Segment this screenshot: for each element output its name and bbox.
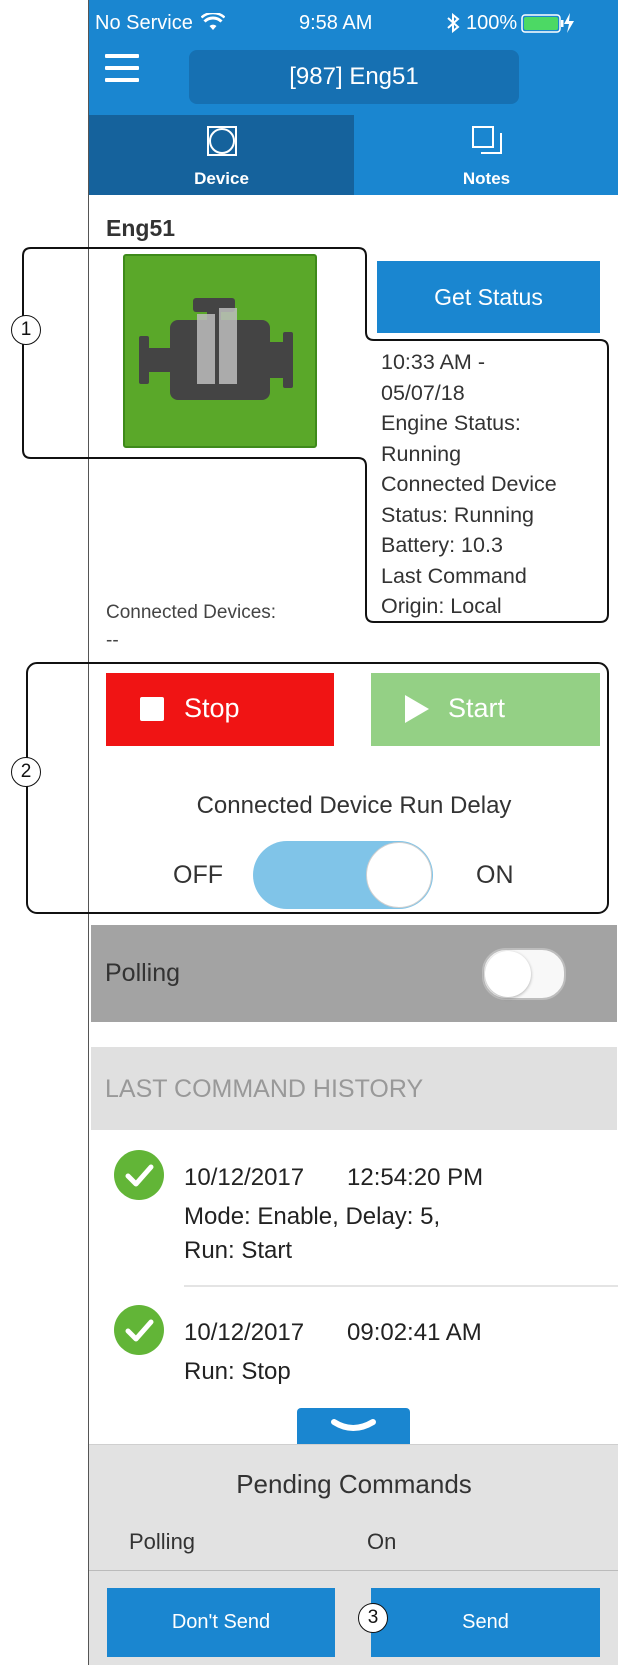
callout-2-outline <box>26 662 609 914</box>
callout-2: 2 <box>11 757 41 787</box>
callout-1: 1 <box>11 315 41 345</box>
callout-overlay <box>22 247 609 914</box>
callout-1-outline <box>22 247 609 623</box>
callout-3: 3 <box>358 1603 388 1633</box>
